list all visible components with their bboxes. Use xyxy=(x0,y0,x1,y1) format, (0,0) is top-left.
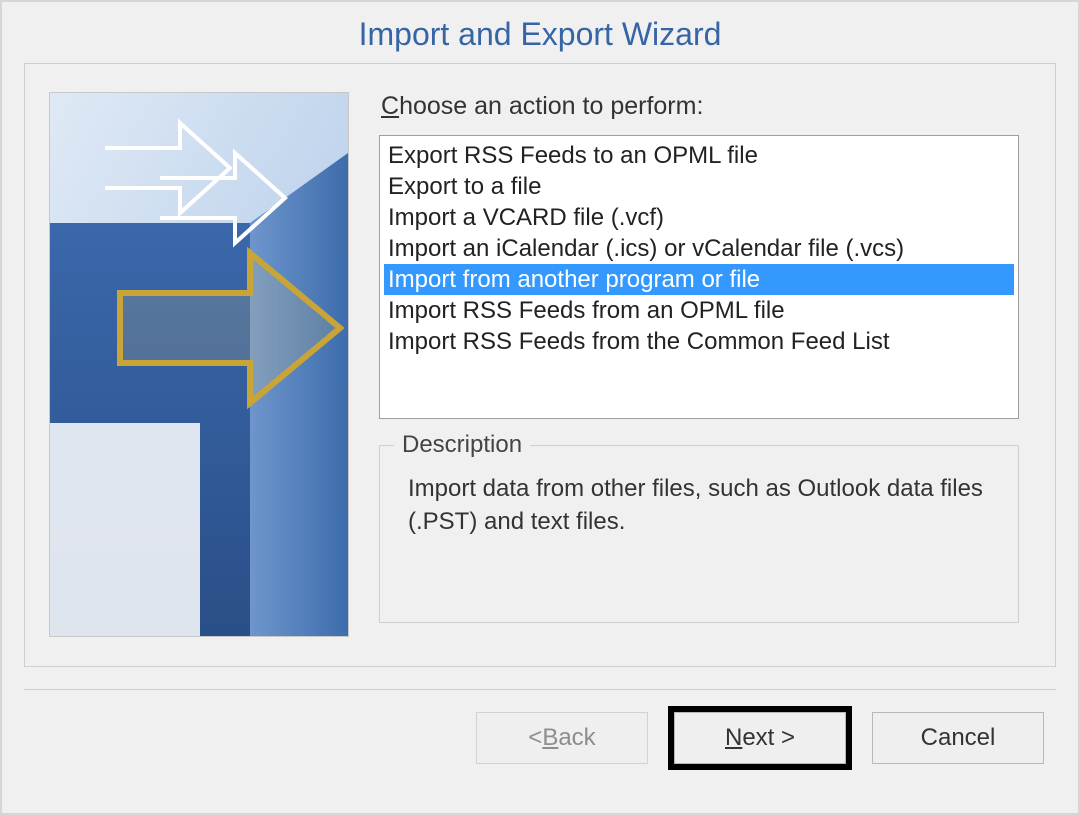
wizard-dialog: Import and Export Wizard xyxy=(0,0,1080,815)
wizard-illustration xyxy=(49,92,349,637)
action-option[interactable]: Import a VCARD file (.vcf) xyxy=(384,202,1014,233)
cancel-button[interactable]: Cancel xyxy=(872,712,1044,764)
action-option[interactable]: Import RSS Feeds from an OPML file xyxy=(384,295,1014,326)
content-panel: Choose an action to perform: Export RSS … xyxy=(24,63,1056,667)
button-row: < Back Next > Cancel xyxy=(2,690,1078,764)
next-button[interactable]: Next > xyxy=(674,712,846,764)
back-button: < Back xyxy=(476,712,648,764)
action-option[interactable]: Import from another program or file xyxy=(384,264,1014,295)
action-listbox[interactable]: Export RSS Feeds to an OPML fileExport t… xyxy=(379,135,1019,419)
action-option[interactable]: Import an iCalendar (.ics) or vCalendar … xyxy=(384,233,1014,264)
action-option[interactable]: Import RSS Feeds from the Common Feed Li… xyxy=(384,326,1014,357)
action-prompt: Choose an action to perform: xyxy=(381,92,1019,121)
action-option[interactable]: Export RSS Feeds to an OPML file xyxy=(384,140,1014,171)
dialog-title: Import and Export Wizard xyxy=(2,2,1078,63)
description-label: Description xyxy=(394,431,530,459)
description-group: Description Import data from other files… xyxy=(379,445,1019,623)
action-option[interactable]: Export to a file xyxy=(384,171,1014,202)
description-text: Import data from other files, such as Ou… xyxy=(408,472,996,538)
